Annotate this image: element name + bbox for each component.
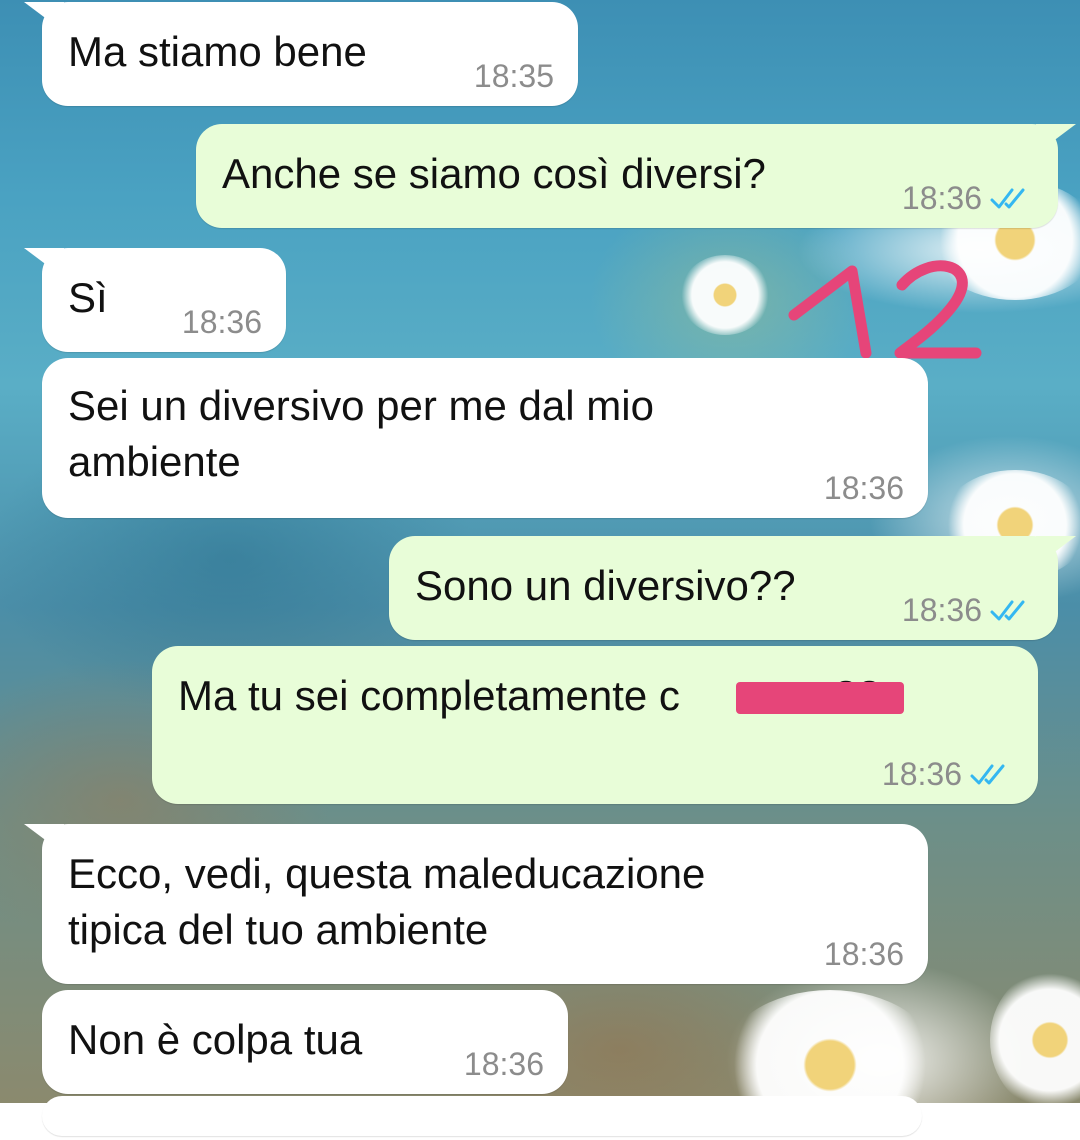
- message-meta: 18:36: [824, 468, 904, 508]
- message-timestamp: 18:36: [823, 936, 904, 972]
- handwritten-annotation: [788, 260, 982, 359]
- message-bubble-incoming[interactable]: Sei un diversivo per me dal mio ambiente…: [42, 358, 928, 518]
- message-bubble-outgoing[interactable]: Sono un diversivo?? 18:36: [389, 536, 1076, 640]
- message-timestamp: 18:36: [823, 470, 904, 506]
- message-text-start: Ma tu sei completamente c: [178, 672, 680, 719]
- message-text: Sì: [68, 274, 108, 321]
- message-bubble-incoming[interactable]: Sì 18:36: [24, 248, 286, 352]
- message-meta: 18:36: [182, 302, 262, 342]
- double-check-icon: [990, 188, 1025, 209]
- message-line: Ecco, vedi, questa maleducazione: [68, 850, 706, 897]
- message-meta: 18:36: [902, 590, 1034, 630]
- message-timestamp: 18:35: [473, 58, 554, 94]
- double-check-icon: [990, 600, 1025, 621]
- message-line: tipica del tuo ambiente: [68, 906, 489, 953]
- daisy-decoration: [680, 255, 770, 335]
- message-bubble-incoming[interactable]: Ma stiamo bene 18:35: [24, 2, 578, 106]
- double-check-icon: [970, 764, 1005, 785]
- message-timestamp: 18:36: [901, 180, 982, 216]
- redaction-mark: [736, 682, 904, 714]
- message-text: Non è colpa tua: [68, 1016, 363, 1063]
- message-meta: 18:36: [464, 1044, 544, 1084]
- message-text: Anche se siamo così diversi?: [222, 150, 766, 197]
- message-text: Sei un diversivo per me dal mio ambiente: [68, 378, 654, 490]
- daisy-decoration: [990, 970, 1080, 1110]
- message-bubble-incoming[interactable]: Ecco, vedi, questa maleducazione tipica …: [24, 824, 928, 984]
- message-line: ambiente: [68, 438, 241, 485]
- message-timestamp: 18:36: [881, 756, 962, 792]
- message-bubble-outgoing[interactable]: Ma tu sei completamente c?? 18:36: [152, 646, 1038, 804]
- message-text: Sono un diversivo??: [415, 562, 796, 609]
- message-meta: 18:36: [824, 934, 904, 974]
- message-bubble-incoming[interactable]: Non è colpa tua 18:36: [42, 990, 568, 1094]
- message-bubble-incoming[interactable]: [42, 1096, 922, 1136]
- message-meta: 18:36: [882, 754, 1014, 794]
- message-meta: 18:35: [474, 56, 554, 96]
- message-timestamp: 18:36: [463, 1046, 544, 1082]
- message-meta: 18:36: [902, 178, 1034, 218]
- message-text: Ecco, vedi, questa maleducazione tipica …: [68, 846, 705, 958]
- message-line: Sei un diversivo per me dal mio: [68, 382, 654, 429]
- message-bubble-outgoing[interactable]: Anche se siamo così diversi? 18:36: [196, 124, 1076, 228]
- message-timestamp: 18:36: [901, 592, 982, 628]
- message-timestamp: 18:36: [181, 304, 262, 340]
- message-text: Ma stiamo bene: [68, 28, 367, 75]
